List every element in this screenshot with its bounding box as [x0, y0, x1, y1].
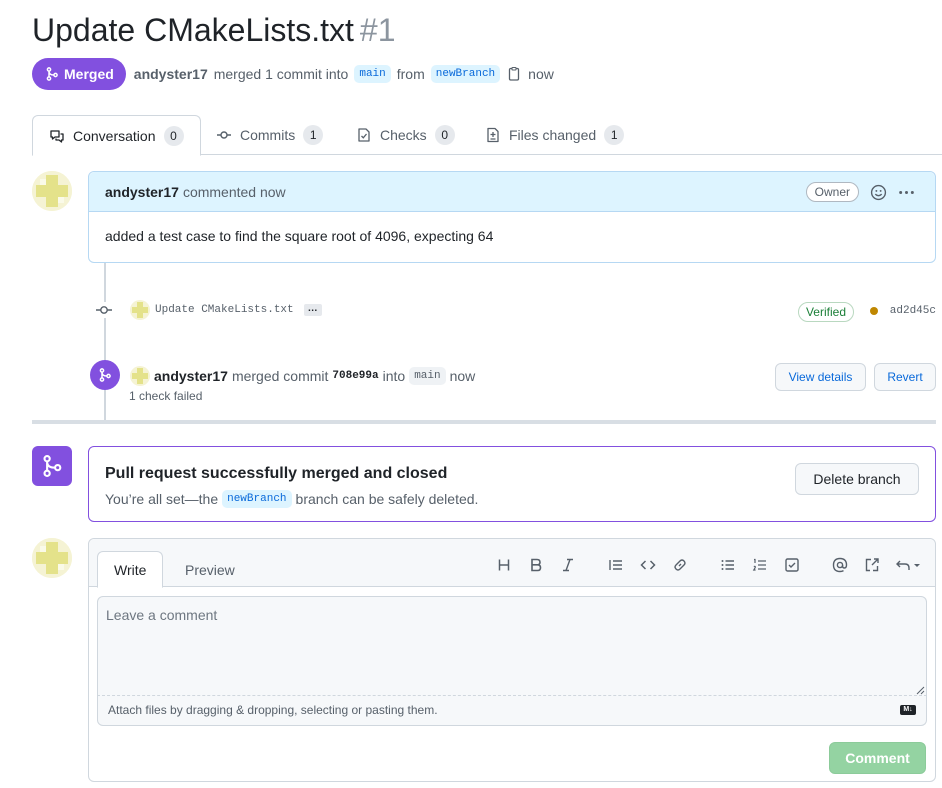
comment-body: added a test case to find the square roo… [105, 228, 494, 244]
merge-commit-sha[interactable]: 708e99a [332, 370, 378, 382]
tab-checks[interactable]: Checks 0 [340, 115, 471, 155]
merge-icon [46, 67, 58, 81]
status-badge-label: Merged [64, 66, 114, 82]
tab-label: Files changed [509, 127, 597, 143]
link-icon[interactable] [670, 555, 690, 575]
avatar[interactable] [32, 538, 72, 578]
merge-summary: merged 1 commit into [213, 66, 349, 82]
base-branch[interactable]: main [354, 65, 391, 83]
commit-author-avatar[interactable] [130, 300, 150, 320]
merge-icon [99, 368, 111, 382]
pr-author-link[interactable]: andyster17 [134, 66, 208, 82]
verified-badge[interactable]: Verified [797, 302, 854, 322]
comment-author[interactable]: andyster17 [105, 184, 179, 200]
tab-counter: 0 [434, 125, 455, 145]
comment-editor: Write Preview Leave a comment Attach fil… [88, 538, 936, 782]
code-icon[interactable] [638, 555, 658, 575]
merge-author-link[interactable]: andyster17 [154, 368, 228, 384]
tab-files-changed[interactable]: Files changed 1 [469, 115, 640, 155]
pr-title: Update CMakeLists.txt #1 [32, 12, 396, 49]
attach-files-bar[interactable]: Attach files by dragging & dropping, sel… [97, 696, 927, 726]
markdown-icon[interactable]: M↓ [900, 705, 916, 715]
commit-icon [217, 131, 231, 139]
conversation-icon [50, 129, 64, 143]
delete-branch-button[interactable]: Delete branch [795, 463, 919, 495]
tab-counter: 1 [303, 125, 324, 145]
timeline-commit: Update CMakeLists.txt … Verified ad2d45c [90, 298, 936, 322]
tab-counter: 0 [163, 125, 184, 146]
view-details-button[interactable]: View details [775, 363, 866, 391]
pr-number: #1 [359, 12, 396, 48]
merge-event-text: andyster17 merged commit 708e99a into ma… [130, 366, 475, 386]
pr-description-comment: andyster17 commented now Owner added a t… [88, 171, 936, 263]
tab-preview[interactable]: Preview [169, 551, 251, 588]
merged-title: Pull request successfully merged and clo… [105, 465, 448, 482]
undo-icon[interactable] [894, 555, 924, 575]
head-branch[interactable]: newBranch [430, 65, 501, 83]
heading-icon[interactable] [494, 555, 514, 575]
check-status-dot[interactable] [870, 307, 878, 315]
mention-icon[interactable] [830, 555, 850, 575]
merged-status-box: Pull request successfully merged and clo… [88, 446, 936, 522]
merged-subtitle-before: You’re all set—the [105, 491, 219, 507]
tab-conversation[interactable]: Conversation 0 [32, 115, 201, 156]
reaction-icon[interactable] [870, 184, 887, 201]
italic-icon[interactable] [558, 555, 578, 575]
deletable-branch[interactable]: newBranch [222, 490, 292, 508]
commit-sha-link[interactable]: ad2d45c [890, 305, 936, 317]
merged-status-icon [32, 446, 72, 486]
ordered-list-icon[interactable] [750, 555, 770, 575]
merge-event-badge [90, 360, 120, 390]
reference-icon[interactable] [862, 555, 882, 575]
pr-meta: Merged andyster17 merged 1 commit into m… [32, 58, 554, 90]
merge-target-branch[interactable]: main [409, 367, 446, 385]
pr-time: now [528, 66, 554, 82]
pr-tabs: Conversation 0 Commits 1 Checks 0 Files … [32, 115, 942, 156]
tab-label: Checks [380, 127, 427, 143]
unordered-list-icon[interactable] [718, 555, 738, 575]
avatar[interactable] [32, 171, 72, 211]
timeline-divider [32, 420, 936, 424]
merge-author-avatar[interactable] [130, 366, 150, 386]
tab-write[interactable]: Write [97, 551, 164, 588]
editor-toolbar: Write Preview [89, 539, 935, 588]
commit-message-link[interactable]: Update CMakeLists.txt [155, 304, 294, 316]
attach-files-text: Attach files by dragging & dropping, sel… [108, 703, 438, 717]
comment-textarea[interactable]: Leave a comment [97, 596, 927, 696]
tab-commits[interactable]: Commits 1 [200, 115, 339, 155]
kebab-menu-icon[interactable] [898, 184, 915, 201]
merged-subtitle-after: branch can be safely deleted. [295, 491, 479, 507]
bold-icon[interactable] [526, 555, 546, 575]
tab-label: Commits [240, 127, 296, 143]
comment-action: commented now [182, 183, 286, 200]
timeline-merge-event: andyster17 merged commit 708e99a into ma… [90, 360, 936, 410]
merged-subtitle: You’re all set—the newBranch branch can … [105, 490, 478, 508]
check-status-text[interactable]: 1 check failed [129, 389, 202, 403]
commit-icon [90, 302, 118, 318]
revert-button[interactable]: Revert [874, 363, 936, 391]
merge-time: now [449, 368, 476, 384]
tab-counter: 1 [604, 125, 625, 145]
tab-label: Conversation [73, 127, 156, 144]
merge-event-label: merged commit [231, 368, 329, 384]
comment-header: andyster17 commented now Owner [89, 172, 935, 212]
copy-icon[interactable] [506, 66, 522, 82]
from-label: from [396, 66, 425, 82]
into-label: into [382, 368, 406, 384]
merge-icon [43, 455, 62, 477]
resize-handle-icon[interactable] [915, 685, 925, 695]
comment-submit-button[interactable]: Comment [829, 742, 926, 774]
status-badge: Merged [32, 58, 126, 90]
pr-title-text: Update CMakeLists.txt [32, 12, 354, 48]
owner-badge: Owner [805, 182, 859, 202]
task-list-icon[interactable] [782, 555, 802, 575]
quote-icon[interactable] [606, 555, 626, 575]
expand-commit-button[interactable]: … [303, 304, 322, 316]
file-diff-icon [487, 127, 499, 143]
checks-icon [358, 128, 370, 142]
